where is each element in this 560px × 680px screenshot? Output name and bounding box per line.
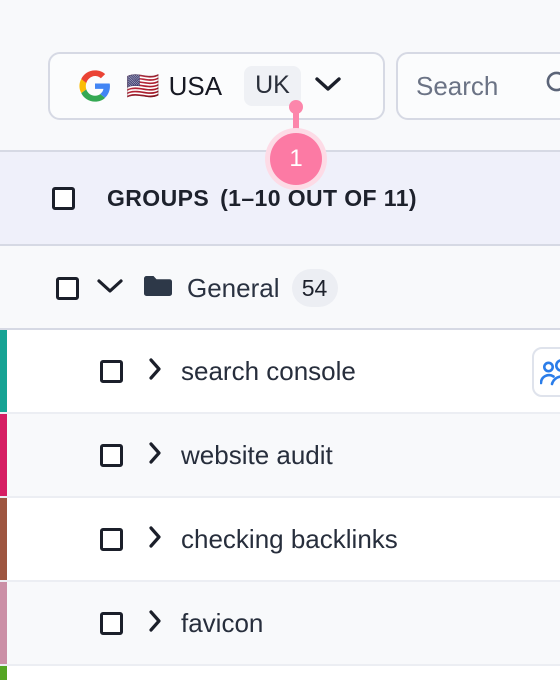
keyword-checkbox[interactable] xyxy=(100,611,123,635)
chevron-right-icon[interactable] xyxy=(148,441,162,470)
search-icon[interactable] xyxy=(544,69,560,104)
group-count-badge: 54 xyxy=(291,269,338,307)
groups-title-label: GROUPS xyxy=(107,184,210,211)
groups-header-row: GROUPS (1–10 OUT OF 11) xyxy=(0,150,560,246)
chevron-right-icon[interactable] xyxy=(148,525,162,554)
keyword-row[interactable]: checking backlinks xyxy=(0,498,560,582)
folder-icon xyxy=(143,274,173,303)
keyword-checkbox[interactable] xyxy=(100,443,123,467)
chevron-right-icon[interactable] xyxy=(148,357,162,386)
groups-count-label: (1–10 OUT OF 11) xyxy=(220,184,417,211)
keyword-list: search console website audit checking ba… xyxy=(0,330,560,680)
keyword-row[interactable]: favicon xyxy=(0,582,560,666)
keyword-label: checking backlinks xyxy=(181,523,398,554)
language-chip[interactable]: UK xyxy=(244,66,301,106)
keyword-label: favicon xyxy=(181,607,264,638)
row-accent-bar xyxy=(0,666,7,680)
search-engine-selector[interactable]: 🇺🇸 USA UK xyxy=(48,52,385,120)
top-toolbar: 🇺🇸 USA UK xyxy=(0,0,560,150)
keyword-row[interactable]: website audit xyxy=(0,414,560,498)
select-all-groups-checkbox[interactable] xyxy=(52,186,75,210)
chevron-down-icon[interactable] xyxy=(315,76,341,97)
country-flag-icon: 🇺🇸 xyxy=(126,70,160,101)
group-row-general[interactable]: General 54 xyxy=(0,248,560,330)
keyword-checkbox[interactable] xyxy=(100,527,123,551)
people-group-icon[interactable] xyxy=(532,347,560,397)
row-accent-bar xyxy=(0,582,7,664)
search-box[interactable] xyxy=(396,52,560,120)
group-name-label: General xyxy=(187,272,280,303)
row-accent-bar xyxy=(0,330,7,412)
group-checkbox[interactable] xyxy=(56,276,79,300)
keyword-row[interactable] xyxy=(0,666,560,680)
chevron-down-icon[interactable] xyxy=(97,278,123,299)
chevron-right-icon[interactable] xyxy=(148,609,162,638)
row-accent-bar xyxy=(0,414,7,496)
keyword-label: website audit xyxy=(181,439,333,470)
row-accent-bar xyxy=(0,498,7,580)
google-g-logo-icon xyxy=(78,69,112,103)
keyword-label: search console xyxy=(181,355,356,386)
keyword-row[interactable]: search console xyxy=(0,330,560,414)
keyword-checkbox[interactable] xyxy=(100,359,123,383)
country-name-label: USA xyxy=(168,70,223,101)
search-input[interactable] xyxy=(416,70,540,102)
